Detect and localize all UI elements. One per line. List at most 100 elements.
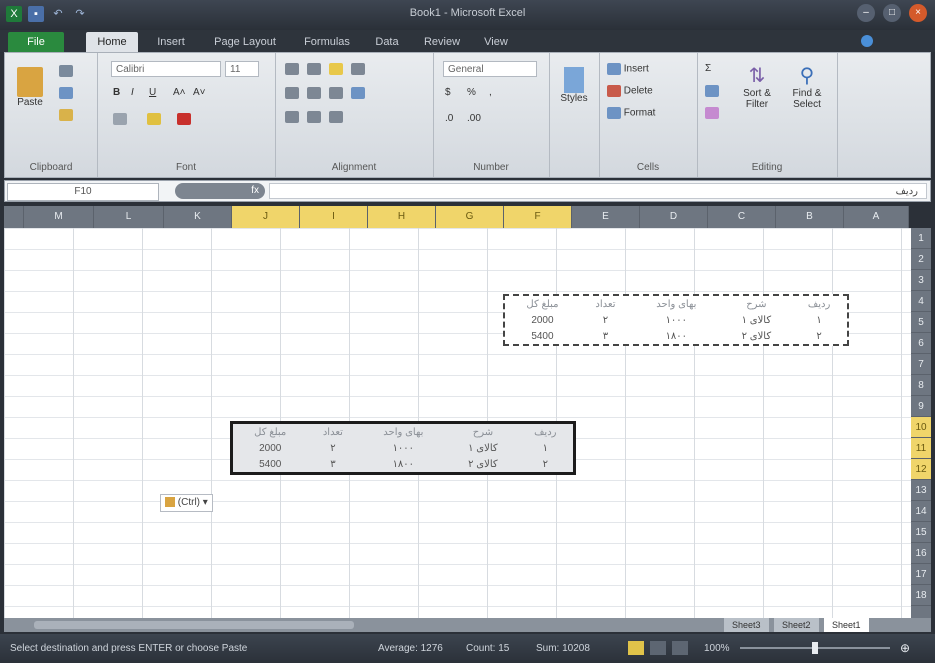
name-box[interactable]: F10 — [7, 183, 159, 201]
minimize-icon[interactable]: – — [857, 4, 875, 22]
fill-color-icon[interactable] — [147, 113, 161, 128]
page-break-view-icon[interactable] — [672, 641, 688, 655]
row-header[interactable]: 13 — [911, 480, 931, 501]
tab-view[interactable]: View — [476, 32, 516, 52]
table-cell[interactable]: ۲ — [307, 440, 358, 456]
page-layout-view-icon[interactable] — [650, 641, 666, 655]
row-header[interactable]: 4 — [911, 291, 931, 312]
copy-icon[interactable] — [59, 87, 73, 102]
sort-filter-button[interactable]: ⇅ Sort & Filter — [735, 63, 779, 110]
currency-icon[interactable]: $ — [445, 87, 451, 98]
autosum-icon[interactable]: Σ — [705, 63, 711, 74]
select-all-corner[interactable] — [4, 206, 24, 228]
merge-center-icon[interactable] — [351, 87, 365, 102]
column-header[interactable]: B — [776, 206, 844, 228]
zoom-in-icon[interactable]: ⊕ — [900, 641, 910, 655]
percent-icon[interactable]: % — [467, 87, 476, 98]
comma-icon[interactable]: , — [489, 87, 492, 98]
sheet-tab[interactable]: Sheet2 — [774, 618, 819, 632]
table-cell[interactable]: ۱ — [518, 440, 573, 456]
row-header[interactable]: 11 — [911, 438, 931, 459]
row-header[interactable]: 5 — [911, 312, 931, 333]
tab-formulas[interactable]: Formulas — [296, 32, 358, 52]
insert-cells-button[interactable]: Insert — [607, 63, 649, 75]
table-cell[interactable]: ۱۸۰۰ — [358, 456, 448, 472]
italic-icon[interactable]: I — [131, 87, 134, 98]
tab-file[interactable]: File — [8, 32, 64, 52]
copied-range[interactable]: ردیف شرح بهای واحد تعداد مبلغ کل ۱ کالای… — [503, 294, 849, 346]
shrink-font-icon[interactable]: A˅ — [193, 87, 206, 98]
table-cell[interactable]: ۲ — [580, 312, 631, 328]
tab-data[interactable]: Data — [366, 32, 408, 52]
align-middle-icon[interactable] — [307, 63, 321, 78]
fill-icon[interactable] — [705, 85, 719, 100]
row-header[interactable]: 15 — [911, 522, 931, 543]
table-cell[interactable]: کالای ۱ — [722, 312, 792, 328]
table-cell[interactable]: ۳ — [307, 456, 358, 472]
align-top-icon[interactable] — [285, 63, 299, 78]
row-header[interactable]: 3 — [911, 270, 931, 291]
table-cell[interactable]: ۱۸۰۰ — [631, 328, 721, 344]
row-header[interactable]: 8 — [911, 375, 931, 396]
column-header[interactable]: A — [844, 206, 909, 228]
help-icon[interactable] — [861, 35, 873, 47]
fx-icon[interactable]: fx — [175, 183, 265, 199]
column-header[interactable]: F — [504, 206, 572, 228]
bold-icon[interactable]: B — [113, 87, 120, 98]
align-bottom-icon[interactable] — [329, 63, 343, 78]
zoom-level[interactable]: 100% — [704, 643, 730, 654]
row-header[interactable]: 10 — [911, 417, 931, 438]
orientation-icon[interactable] — [329, 111, 343, 126]
increase-indent-icon[interactable] — [307, 111, 321, 126]
maximize-icon[interactable]: □ — [883, 4, 901, 22]
font-color-icon[interactable] — [177, 113, 191, 128]
pasted-range[interactable]: ردیف شرح بهای واحد تعداد مبلغ کل ۱ کالای… — [230, 421, 576, 475]
table-cell[interactable]: 5400 — [233, 456, 307, 472]
row-header[interactable]: 7 — [911, 354, 931, 375]
column-header[interactable]: C — [708, 206, 776, 228]
row-header[interactable]: 2 — [911, 249, 931, 270]
number-format-select[interactable]: General — [443, 61, 537, 77]
table-cell[interactable]: 2000 — [505, 312, 580, 328]
column-header[interactable]: H — [368, 206, 436, 228]
font-size-select[interactable]: 11 — [225, 61, 259, 77]
paste-options-button[interactable]: (Ctrl) ▾ — [160, 494, 213, 512]
clear-icon[interactable] — [705, 107, 719, 122]
table-cell[interactable]: ۱۰۰۰ — [631, 312, 721, 328]
column-header[interactable]: K — [164, 206, 232, 228]
horizontal-scrollbar[interactable] — [34, 621, 354, 629]
format-cells-button[interactable]: Format — [607, 107, 655, 119]
column-header[interactable]: I — [300, 206, 368, 228]
row-header[interactable]: 17 — [911, 564, 931, 585]
sheet-tab-active[interactable]: Sheet1 — [824, 618, 869, 632]
column-header[interactable]: J — [232, 206, 300, 228]
align-right-icon[interactable] — [329, 87, 343, 102]
column-header[interactable]: G — [436, 206, 504, 228]
row-header[interactable]: 14 — [911, 501, 931, 522]
align-center-icon[interactable] — [307, 87, 321, 102]
table-cell[interactable]: ۱ — [791, 312, 847, 328]
row-header[interactable]: 6 — [911, 333, 931, 354]
table-cell[interactable]: ۲ — [791, 328, 847, 344]
table-cell[interactable]: ۱۰۰۰ — [358, 440, 448, 456]
paste-button[interactable]: Paste — [15, 67, 45, 108]
find-select-button[interactable]: ⚲ Find & Select — [785, 63, 829, 110]
table-cell[interactable]: کالای ۲ — [448, 456, 517, 472]
tab-page-layout[interactable]: Page Layout — [204, 32, 286, 52]
decrease-decimal-icon[interactable]: .00 — [467, 113, 481, 124]
column-header[interactable]: E — [572, 206, 640, 228]
table-cell[interactable]: 5400 — [505, 328, 580, 344]
tab-home[interactable]: Home — [86, 32, 138, 52]
cut-icon[interactable] — [59, 65, 73, 80]
table-cell[interactable]: ۳ — [580, 328, 631, 344]
formula-input[interactable]: ردیف — [269, 183, 927, 199]
font-name-select[interactable]: Calibri — [111, 61, 221, 77]
increase-decimal-icon[interactable]: .0 — [445, 113, 453, 124]
table-cell[interactable]: 2000 — [233, 440, 307, 456]
format-painter-icon[interactable] — [59, 109, 73, 124]
row-header[interactable]: 1 — [911, 228, 931, 249]
row-header[interactable]: 18 — [911, 585, 931, 606]
close-icon[interactable]: × — [909, 4, 927, 22]
column-header[interactable]: M — [24, 206, 94, 228]
table-cell[interactable]: کالای ۱ — [448, 440, 517, 456]
